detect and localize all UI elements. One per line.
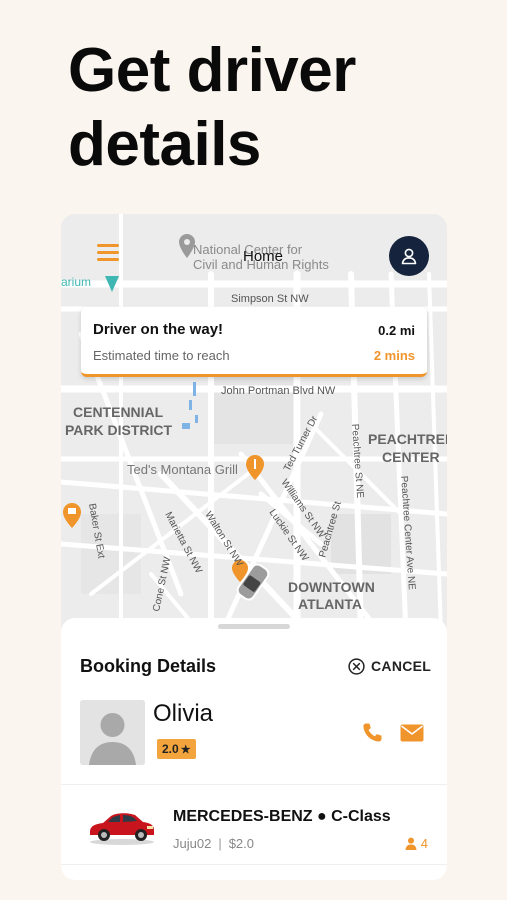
- mail-icon: [400, 724, 424, 742]
- section-divider: [61, 784, 447, 785]
- hamburger-menu-icon[interactable]: [97, 244, 119, 262]
- cancel-label: CANCEL: [371, 658, 432, 674]
- map-street-label: John Portman Blvd NW: [221, 385, 336, 397]
- status-eta: 2 mins: [373, 348, 415, 363]
- phone-icon: [363, 723, 382, 742]
- call-button[interactable]: [360, 721, 384, 750]
- car-icon: [90, 813, 154, 845]
- vehicle-meta: Juju02 | $2.0: [173, 836, 254, 851]
- rating-badge: 2.0 ★: [157, 739, 196, 759]
- page-headline: Get driver details: [68, 34, 356, 182]
- drag-handle[interactable]: [218, 624, 290, 629]
- headline-line-2: details: [68, 110, 261, 179]
- seat-count-value: 4: [420, 836, 428, 851]
- map-district-label: CENTENNIAL: [73, 404, 164, 420]
- driver-name: Olivia: [153, 700, 214, 727]
- vehicle-price: $2.0: [228, 836, 255, 851]
- vehicle-name: MERCEDES-BENZ ● C-Class: [173, 808, 391, 825]
- map-poi-label: Ted's Montana Grill: [127, 462, 238, 477]
- person-icon: [405, 837, 417, 850]
- driver-status-card: Driver on the way! 0.2 mi Estimated time…: [81, 307, 427, 377]
- map-district-label: DOWNTOWN: [288, 579, 375, 595]
- rating-value: 2.0: [162, 742, 179, 756]
- meta-separator: |: [218, 836, 222, 851]
- booking-title: Booking Details: [80, 656, 217, 676]
- profile-button[interactable]: [389, 236, 429, 276]
- driver-avatar: [80, 700, 145, 765]
- status-subtitle: Estimated time to reach: [93, 348, 230, 363]
- booking-sheet: Booking Details CANCEL Olivia 2.0 ★ MERC…: [61, 618, 447, 880]
- close-circle-icon: [348, 657, 365, 675]
- status-title: Driver on the way!: [93, 321, 224, 338]
- top-bar: Home: [61, 214, 447, 284]
- user-icon: [401, 248, 417, 265]
- map-district-label: CENTER: [382, 449, 440, 465]
- headline-line-1: Get driver: [68, 36, 356, 105]
- screen-title: Home: [243, 248, 284, 265]
- message-button[interactable]: [400, 724, 424, 747]
- map-street-label: Simpson St NW: [231, 293, 309, 305]
- map-district-label: PARK DISTRICT: [65, 422, 173, 438]
- map-district-label: PEACHTREE: [368, 431, 447, 447]
- status-distance: 0.2 mi: [378, 323, 415, 338]
- cancel-button[interactable]: CANCEL: [348, 656, 431, 676]
- phone-screen: National Center for Civil and Human Righ…: [61, 214, 447, 880]
- vehicle-image: [87, 804, 157, 846]
- map-district-label: ATLANTA: [298, 596, 362, 612]
- avatar-placeholder-icon: [80, 700, 145, 765]
- seat-count: 4: [405, 836, 428, 851]
- vehicle-plate: Juju02: [173, 836, 212, 851]
- star-icon: ★: [180, 743, 191, 756]
- section-divider-bottom: [61, 864, 447, 865]
